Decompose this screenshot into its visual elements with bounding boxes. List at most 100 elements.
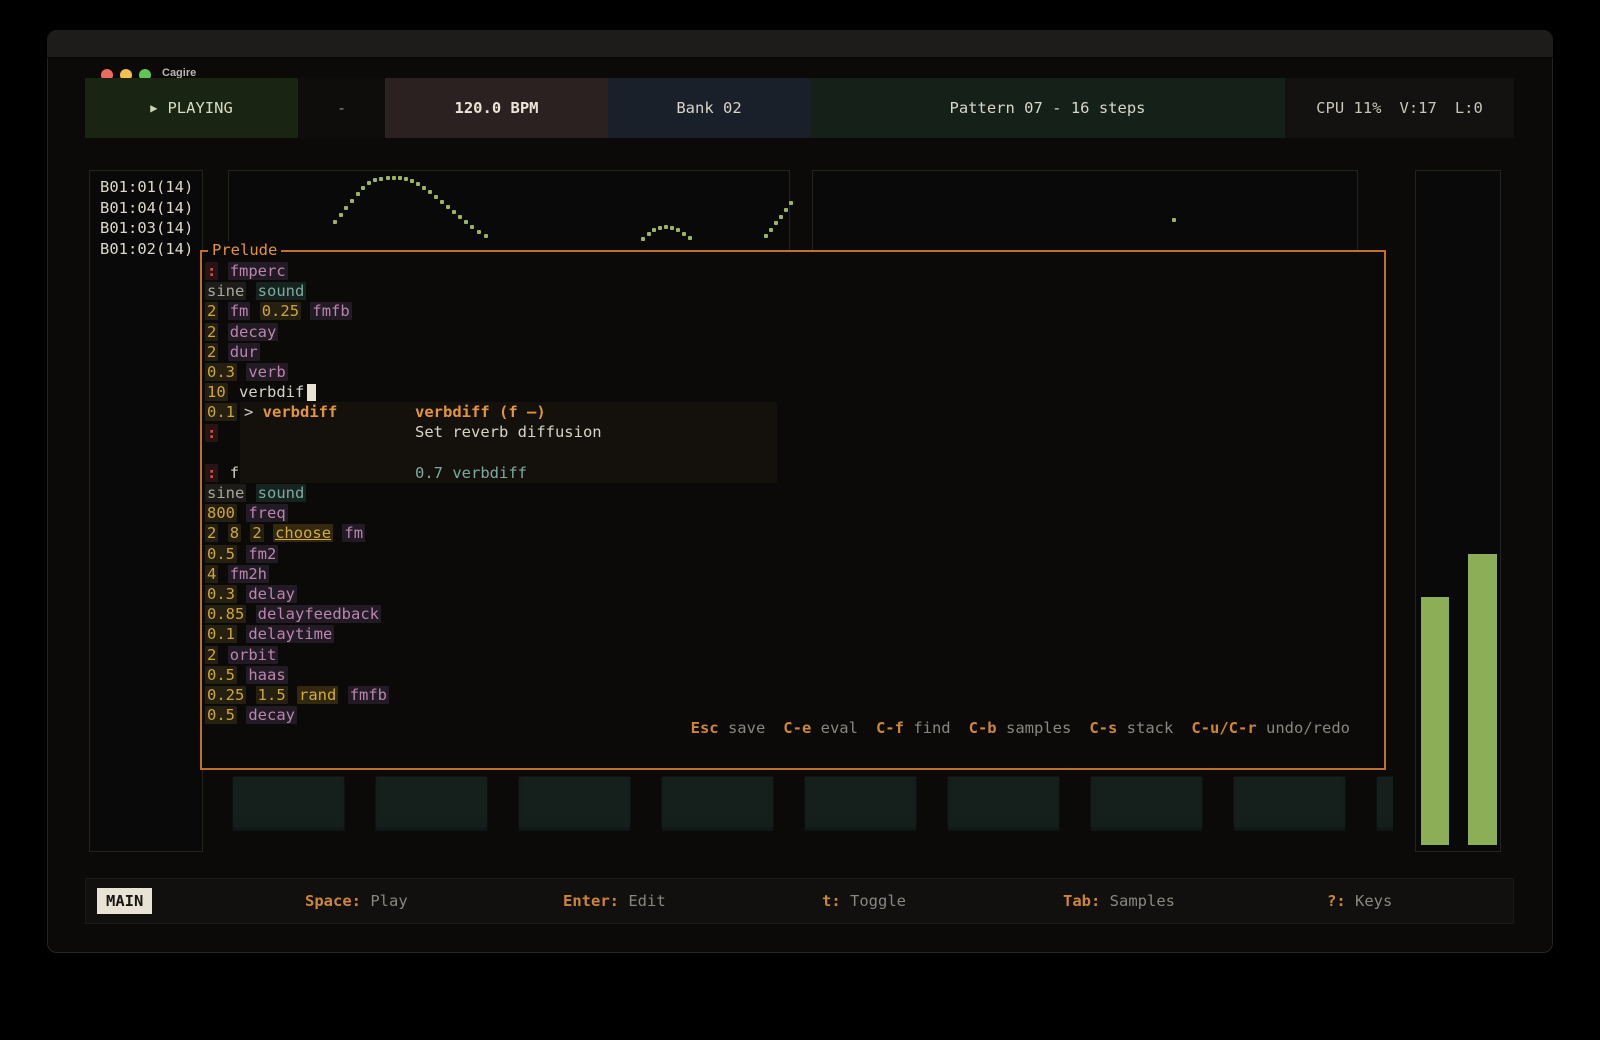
sample-pad[interactable] — [804, 776, 917, 832]
pattern-dot — [688, 236, 692, 240]
sample-pad[interactable] — [1090, 776, 1203, 832]
sample-pad[interactable] — [518, 776, 631, 832]
pattern-dot — [652, 228, 656, 232]
code-line[interactable]: sine sound — [205, 281, 389, 301]
level-meter-bar — [1421, 597, 1449, 845]
keybinding-hint: Space: Play — [305, 878, 408, 924]
code-line[interactable]: 0.3 delay — [205, 584, 389, 604]
code-token: 10 — [205, 383, 228, 401]
keybinding-hint: ?: Keys — [1327, 878, 1392, 924]
pattern-dot — [434, 195, 438, 199]
code-line[interactable]: 2 dur — [205, 342, 389, 362]
keybinding-hint: C-b samples — [969, 719, 1072, 737]
autocomplete-example: 0.7 verbdiff — [415, 463, 527, 483]
pattern-visualizer-left — [228, 170, 790, 254]
bank-display[interactable]: Bank 02 — [608, 78, 810, 138]
keybinding-hint: C-f find — [876, 719, 951, 737]
code-token: fmfb — [310, 302, 351, 320]
pattern-dot — [452, 210, 456, 214]
code-line[interactable]: 10 verbdif — [205, 382, 389, 402]
code-token: : — [205, 262, 218, 280]
code-token: sound — [256, 282, 307, 300]
code-line[interactable]: 2 orbit — [205, 645, 389, 665]
code-line[interactable]: sine sound — [205, 483, 389, 503]
code-line[interactable]: 800 freq — [205, 503, 389, 523]
pattern-dot — [333, 220, 337, 224]
code-token: rand — [297, 686, 338, 704]
bpm-value: 120.0 BPM — [455, 99, 539, 117]
pattern-dot — [440, 200, 444, 204]
code-line[interactable]: 0.5 fm2 — [205, 544, 389, 564]
level-meter-bar — [1468, 554, 1497, 845]
code-token: decay — [246, 706, 297, 724]
code-token: fmperc — [228, 262, 288, 280]
code-token: delayfeedback — [256, 605, 381, 623]
voices-stat: V:17 — [1400, 99, 1437, 117]
pattern-list-item[interactable]: B01:02(14) — [100, 239, 202, 260]
editor-title: Prelude — [208, 241, 281, 259]
autocomplete-description: Set reverb diffusion — [415, 422, 602, 442]
sample-pad[interactable] — [375, 776, 488, 832]
code-line[interactable]: 0.1 delaytime — [205, 624, 389, 644]
autocomplete-signature: verbdiff (f —) — [415, 402, 546, 422]
code-token: sine — [205, 282, 246, 300]
pattern-dot — [784, 208, 788, 212]
code-token: 0.25 — [205, 686, 246, 704]
code-line[interactable]: 0.3 verb — [205, 362, 389, 382]
code-token: 0.3 — [205, 363, 237, 381]
code-line[interactable]: 4 fm2h — [205, 564, 389, 584]
autocomplete-popup: > verbdiff verbdiff (f —) Set reverb dif… — [240, 402, 777, 483]
sample-pad[interactable] — [947, 776, 1060, 832]
keybinding-hint: Enter: Edit — [563, 878, 666, 924]
code-line[interactable]: 2 decay — [205, 322, 389, 342]
code-line[interactable]: 0.25 1.5 rand fmfb — [205, 685, 389, 705]
pattern-dot — [1172, 218, 1176, 222]
code-token: 2 — [250, 524, 263, 542]
code-line[interactable]: 0.85 delayfeedback — [205, 604, 389, 624]
dash-label: - — [337, 99, 346, 117]
keybinding-hint: Esc save — [691, 719, 766, 737]
pattern-dot — [361, 186, 365, 190]
code-token: 800 — [205, 504, 237, 522]
code-token: haas — [246, 666, 287, 684]
code-line[interactable]: 2 fm 0.25 fmfb — [205, 301, 389, 321]
transport-playing-indicator[interactable]: ▶ PLAYING — [85, 78, 298, 138]
keybinding-hint: C-e eval — [783, 719, 858, 737]
pattern-list-item[interactable]: B01:01(14) — [100, 177, 202, 198]
code-token: 2 — [205, 302, 218, 320]
code-token: 2 — [205, 343, 218, 361]
code-token: orbit — [228, 646, 279, 664]
bpm-display[interactable]: 120.0 BPM — [385, 78, 608, 138]
code-token: choose — [273, 524, 333, 542]
pattern-dot — [373, 178, 377, 182]
sample-pad[interactable] — [1376, 776, 1393, 832]
autocomplete-selected-item[interactable]: > verbdiff — [244, 402, 337, 422]
latency-stat: L:0 — [1455, 99, 1483, 117]
code-token: 0.25 — [260, 302, 301, 320]
pattern-dot — [339, 213, 343, 217]
code-area[interactable]: : fmpercsine sound2 fm 0.25 fmfb2 decay2… — [205, 261, 389, 725]
pattern-dot — [422, 186, 426, 190]
sample-pad[interactable] — [1233, 776, 1346, 832]
code-token: sine — [205, 484, 246, 502]
pattern-dot — [477, 230, 481, 234]
pattern-dot — [670, 226, 674, 230]
pattern-dot — [774, 221, 778, 225]
pattern-dot — [464, 220, 468, 224]
desktop: Cagire ▶ PLAYING - 120.0 BPM Bank 02 Pat… — [0, 0, 1600, 1040]
sample-pad[interactable] — [661, 776, 774, 832]
pattern-display[interactable]: Pattern 07 - 16 steps — [810, 78, 1285, 138]
pattern-dot — [367, 181, 371, 185]
pattern-list-item[interactable]: B01:04(14) — [100, 198, 202, 219]
code-line[interactable]: 0.5 decay — [205, 705, 389, 725]
code-token: 0.3 — [205, 585, 237, 603]
pattern-dot — [428, 190, 432, 194]
sample-pad[interactable] — [232, 776, 345, 832]
code-token: 1.5 — [256, 686, 288, 704]
pattern-dot — [446, 205, 450, 209]
code-line[interactable]: : fmperc — [205, 261, 389, 281]
pattern-list-item[interactable]: B01:03(14) — [100, 218, 202, 239]
titlebar[interactable]: Cagire — [47, 30, 1553, 58]
code-line[interactable]: 0.5 haas — [205, 665, 389, 685]
code-line[interactable]: 2 8 2 choose fm — [205, 523, 389, 543]
